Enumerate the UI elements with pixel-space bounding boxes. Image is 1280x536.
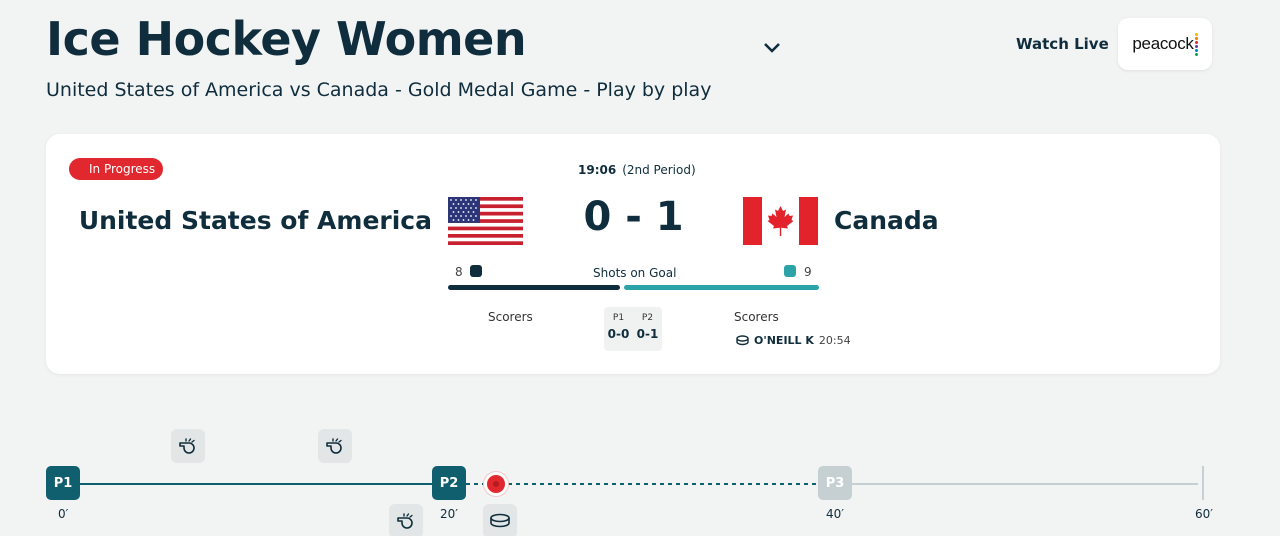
penalty-event[interactable]: [389, 504, 423, 536]
away-shots-bar: [624, 285, 819, 290]
away-shots-count: 9: [804, 265, 812, 279]
away-goal-entry[interactable]: O'NEILL K 20:54: [736, 334, 851, 347]
peacock-logo-text: peacock: [1132, 34, 1194, 53]
whistle-icon: [326, 438, 342, 454]
puck-icon: [736, 335, 749, 346]
goal-event[interactable]: [483, 504, 517, 536]
penalty-event[interactable]: [171, 429, 205, 463]
tick-label: 0′: [58, 507, 69, 521]
peacock-logo-button[interactable]: peacock: [1118, 18, 1212, 70]
home-shots-count: 8: [455, 265, 463, 279]
period-score: 0-0: [607, 327, 630, 341]
page-title: Ice Hockey Women: [46, 12, 527, 66]
tick-label: 60′: [1195, 507, 1213, 521]
match-score: 0 - 1: [583, 194, 684, 240]
game-clock: 19:06 (2nd Period): [578, 163, 696, 177]
away-team-name[interactable]: Canada: [834, 206, 939, 235]
period-marker-p2[interactable]: P2: [432, 466, 466, 500]
watch-live-link[interactable]: Watch Live: [1016, 35, 1109, 53]
period-label: P2: [641, 313, 654, 323]
home-scorers-label: Scorers: [488, 310, 533, 324]
period-marker-p1[interactable]: P1: [46, 466, 80, 500]
penalty-event[interactable]: [318, 429, 352, 463]
period-scores: P1 0-0 P2 0-1: [604, 307, 662, 351]
page-subtitle: United States of America vs Canada - Gol…: [46, 79, 712, 101]
period-score-p1: P1 0-0: [608, 313, 630, 351]
period-score-p2: P2 0-1: [637, 313, 659, 351]
whistle-icon: [179, 438, 195, 454]
chevron-down-icon[interactable]: [762, 38, 782, 58]
home-shots-swatch: [470, 265, 482, 277]
live-position-marker[interactable]: [484, 472, 508, 496]
scoreboard-card: In Progress 19:06 (2nd Period) United Sta…: [46, 134, 1220, 374]
period-label: P1: [612, 313, 625, 323]
tick-label: 40′: [826, 507, 844, 521]
play-by-play-timeline: P1 P2 P3 0′ 20′ 40′ 60′: [0, 420, 1280, 536]
whistle-icon: [397, 513, 413, 529]
away-scorers-label: Scorers: [734, 310, 779, 324]
peacock-dots-icon: [1194, 32, 1198, 56]
canada-flag-icon: [743, 197, 818, 245]
goal-time: 20:54: [818, 334, 851, 347]
puck-icon: [490, 513, 510, 528]
shots-on-goal-label: Shots on Goal: [593, 266, 677, 280]
home-team-name[interactable]: United States of America: [79, 206, 432, 235]
clock-time: 19:06: [578, 163, 617, 177]
clock-period: (2nd Period): [622, 163, 696, 177]
period-score: 0-1: [636, 327, 659, 341]
tick-label: 20′: [440, 507, 458, 521]
period-marker-p3[interactable]: P3: [818, 466, 852, 500]
away-shots-swatch: [784, 265, 796, 277]
home-shots-bar: [448, 285, 620, 290]
usa-flag-icon: [448, 197, 523, 245]
status-badge: In Progress: [69, 158, 164, 180]
scorer-name: O'NEILL K: [754, 334, 814, 347]
